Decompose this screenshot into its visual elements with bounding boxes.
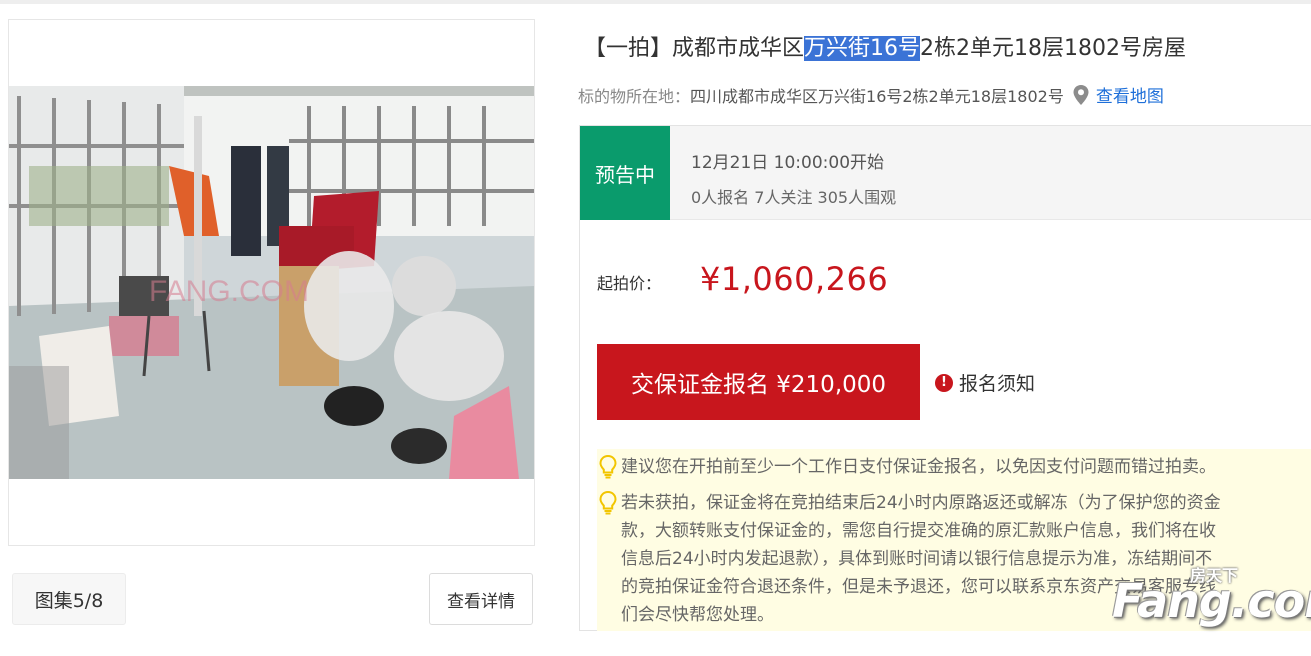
listing-title: 【一拍】成都市成华区万兴街16号2栋2单元18层1802号房屋 (584, 30, 1186, 62)
view-details-button[interactable]: 查看详情 (429, 573, 533, 625)
title-suffix: 2栋2单元18层1802号房屋 (920, 36, 1186, 61)
address-row: 标的物所在地： 四川成都市成华区万兴街16号2栋2单元18层1802号 查看地图 (578, 82, 1164, 107)
status-label: 预告中 (595, 162, 655, 187)
starting-price-label: 起拍价： (597, 274, 662, 293)
tip-2-line: 若未获拍，保证金将在竞拍结束后24小时内原路返还或解冻（为了保护您的资金 (621, 493, 1221, 513)
auction-panel: 预告中 12月21日 10:00:00开始 0人报名 7人关注 305人围观 起… (579, 125, 1311, 631)
album-counter-button[interactable]: 图集5/8 (12, 573, 126, 625)
fang-com-watermark: 房天下 Fang.com (1112, 562, 1311, 642)
starting-price-value: ¥1,060,266 (700, 260, 889, 298)
title-prefix: 【一拍】成都市成华区 (584, 36, 805, 61)
alert-icon: ! (935, 373, 953, 392)
tip-item: 建议您在开拍前至少一个工作日支付保证金报名，以免因支付问题而错过拍卖。 (597, 453, 1216, 485)
tip-2-line: 款，大额转账支付保证金的，需您自行提交准确的原汇款账户信息，我们将在收 (621, 521, 1216, 541)
view-map-link[interactable]: 查看地图 (1096, 82, 1164, 107)
registration-notice-label: 报名须知 (959, 373, 1036, 395)
top-divider (0, 0, 1311, 4)
lightbulb-icon (597, 453, 621, 485)
deposit-button-label: 交保证金报名 ¥210,000 (630, 372, 887, 398)
map-pin-icon (1072, 84, 1090, 106)
status-bar: 预告中 12月21日 10:00:00开始 0人报名 7人关注 305人围观 (580, 126, 1311, 220)
photo-watermark: FANG.COM (149, 275, 309, 308)
status-badge: 预告中 (580, 126, 670, 220)
watermark-main-text: Fang.com (1112, 574, 1311, 628)
album-counter-label: 图集5/8 (34, 589, 104, 612)
room-photo-illustration: FANG.COM (9, 86, 534, 479)
view-details-label: 查看详情 (447, 591, 515, 612)
pay-deposit-register-button[interactable]: 交保证金报名 ¥210,000 (597, 344, 920, 420)
registration-notice-link[interactable]: ! 报名须知 (935, 369, 1035, 396)
address-value: 四川成都市成华区万兴街16号2栋2单元18层1802号 (690, 86, 1064, 106)
participation-counts: 0人报名 7人关注 305人围观 (691, 188, 897, 207)
address-label: 标的物所在地： (578, 86, 691, 106)
lightbulb-icon (597, 489, 621, 629)
auction-start-time: 12月21日 10:00:00开始 (691, 153, 885, 173)
property-photo[interactable]: FANG.COM (9, 86, 534, 479)
title-selected-text: 万兴街16号 (804, 36, 921, 61)
tip-text-1: 建议您在开拍前至少一个工作日支付保证金报名，以免因支付问题而错过拍卖。 (621, 457, 1216, 477)
